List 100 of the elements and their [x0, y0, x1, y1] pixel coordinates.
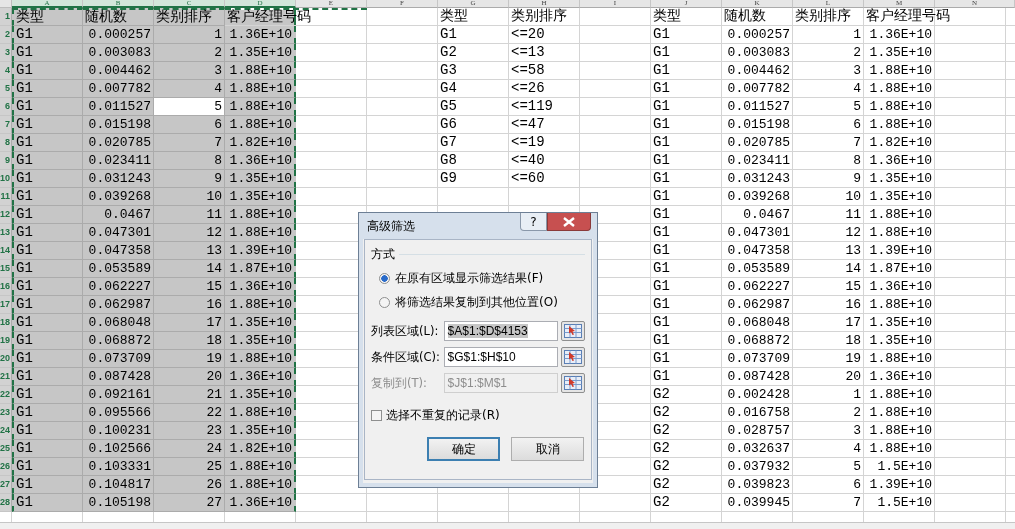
table-cell-text: 0.000257 [726, 26, 791, 44]
radio-button[interactable] [379, 297, 390, 308]
row-number[interactable]: 16 [0, 278, 12, 296]
table-cell-text: 1.36E+10 [868, 152, 933, 170]
table-cell: 0.004462 [83, 62, 154, 80]
table-cell-text: G1 [652, 224, 671, 242]
table-cell: 0.023411 [83, 152, 154, 170]
radio-label[interactable]: 将筛选结果复制到其他位置(O) [395, 294, 558, 311]
row-number[interactable]: 25 [0, 440, 12, 458]
table-cell-text: 0.002428 [726, 386, 791, 404]
table-cell-text: 1.88E+10 [868, 404, 933, 422]
range-picker-button[interactable] [561, 347, 585, 367]
table-cell-text: 1.88E+10 [868, 224, 933, 242]
table-cell: G1 [12, 116, 83, 134]
radio-button[interactable] [379, 273, 390, 284]
table-cell-text: G2 [652, 404, 671, 422]
row-number[interactable]: 23 [0, 404, 12, 422]
row-number[interactable]: 21 [0, 368, 12, 386]
row-number[interactable]: 2 [0, 26, 12, 44]
row-number[interactable]: 5 [0, 80, 12, 98]
table-cell: 1.36E+10 [225, 494, 296, 512]
table-cell: 21 [154, 386, 225, 404]
row-number[interactable]: 11 [0, 188, 12, 206]
table-cell-text: 0.062227 [726, 278, 791, 296]
close-button[interactable] [547, 213, 591, 231]
row-number[interactable]: 26 [0, 458, 12, 476]
row-number[interactable]: 18 [0, 314, 12, 332]
row-number[interactable]: 8 [0, 134, 12, 152]
table-cell-text: 1.88E+10 [868, 422, 933, 440]
table-cell: 11 [154, 206, 225, 224]
table-cell: 0.020785 [83, 134, 154, 152]
table-cell: G1 [12, 98, 83, 116]
table-cell: 0.068048 [83, 314, 154, 332]
row-number[interactable]: 12 [0, 206, 12, 224]
row-number[interactable]: 14 [0, 242, 12, 260]
row-number[interactable]: 10 [0, 170, 12, 188]
row-number[interactable]: 13 [0, 224, 12, 242]
table-cell: 1.88E+10 [225, 98, 296, 116]
table-cell-text: 0.028757 [726, 422, 791, 440]
checkbox-label[interactable]: 选择不重复的记录(R) [386, 407, 500, 424]
table-cell: G1 [12, 368, 83, 386]
table-cell: 1.36E+10 [225, 368, 296, 386]
row-number[interactable]: 1 [0, 8, 12, 26]
table-cell-text: 16 [844, 296, 862, 314]
field-label: 列表区域(L): [371, 323, 440, 339]
table-cell-text: 1.87E+10 [868, 260, 933, 278]
table-cell-text: 0.032637 [726, 440, 791, 458]
cancel-button[interactable]: 取消 [511, 437, 584, 461]
table-cell-text: 4 [852, 80, 862, 98]
close-icon [563, 216, 575, 227]
table-cell-text: 1.5E+10 [876, 458, 933, 476]
table-cell-text: 20 [844, 368, 862, 386]
row-number[interactable]: 27 [0, 476, 12, 494]
row-number[interactable]: 17 [0, 296, 12, 314]
radio-label[interactable]: 在原有区域显示筛选结果(F) [395, 270, 544, 287]
table-cell: 1.88E+10 [225, 62, 296, 80]
table-cell: G1 [12, 80, 83, 98]
help-button[interactable]: ? [520, 213, 547, 231]
row-number[interactable]: 22 [0, 386, 12, 404]
table-cell: 26 [154, 476, 225, 494]
table-cell-text: 0.023411 [726, 152, 791, 170]
table-cell: 0.047358 [83, 242, 154, 260]
row-number[interactable]: 24 [0, 422, 12, 440]
table-cell: 1.36E+10 [225, 152, 296, 170]
row-number[interactable]: 7 [0, 116, 12, 134]
table-cell-text: G1 [652, 278, 671, 296]
table-cell-text: 1.39E+10 [868, 242, 933, 260]
row-number[interactable]: 15 [0, 260, 12, 278]
row-number[interactable]: 6 [0, 98, 12, 116]
range-picker-button[interactable] [561, 321, 585, 341]
table-cell: 22 [154, 404, 225, 422]
table-cell-text: 1.88E+10 [868, 62, 933, 80]
table-cell: 1.82E+10 [225, 440, 296, 458]
table-cell-text: 0.0467 [742, 206, 791, 224]
row-number[interactable]: 28 [0, 494, 12, 512]
table-cell-text: G2 [652, 422, 671, 440]
ok-button[interactable]: 确定 [427, 437, 500, 461]
range-field[interactable]: $A$1:$D$4153 [443, 321, 559, 341]
table-cell: G1 [12, 170, 83, 188]
table-cell: 17 [154, 314, 225, 332]
checkbox[interactable] [371, 410, 382, 421]
table-cell-text: 1.88E+10 [868, 350, 933, 368]
table-cell-text: 15 [844, 278, 862, 296]
range-picker-button[interactable] [561, 373, 585, 393]
table-cell: 1.88E+10 [225, 80, 296, 98]
row-number[interactable]: 4 [0, 62, 12, 80]
table-cell-text: G1 [652, 170, 671, 188]
range-field[interactable]: $G$1:$H$10 [443, 347, 559, 367]
header-cell-text: 随机数 [723, 8, 767, 26]
row-number[interactable]: 9 [0, 152, 12, 170]
header-cell-text: 客户经理号码 [865, 8, 951, 26]
row-number[interactable]: 19 [0, 332, 12, 350]
table-cell-text: 1.35E+10 [868, 44, 933, 62]
table-cell-text: 19 [844, 350, 862, 368]
row-number[interactable]: 20 [0, 350, 12, 368]
table-cell-text: 1.39E+10 [868, 476, 933, 494]
table-cell: 19 [154, 350, 225, 368]
row-number[interactable]: 3 [0, 44, 12, 62]
table-cell-text: 0.068048 [726, 314, 791, 332]
table-cell: 5 [154, 98, 225, 116]
